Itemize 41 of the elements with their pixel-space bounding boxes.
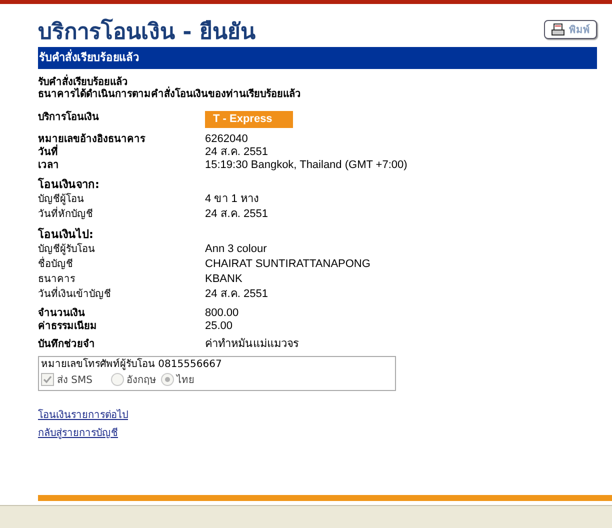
field-label: วันที่ (38, 146, 205, 159)
field-label: จำนวนเงิน (38, 307, 86, 320)
service-badge: T - Express (205, 111, 293, 128)
radio-label: อังกฤษ (126, 374, 157, 387)
radio-label: ไทย (176, 373, 195, 387)
field-label: บันทึกช่วยจำ (38, 338, 96, 351)
field-value: 24 ส.ค. 2551 (205, 287, 268, 302)
field-label: วันที่เงินเข้าบัญชี (38, 287, 205, 302)
language-radio[interactable] (160, 373, 174, 386)
checkbox-label: ส่ง SMS (57, 374, 93, 387)
field-label: บัญชีผู้รับโอน (38, 242, 96, 256)
phone-number-text: หมายเลขโทรศัพท์ผู้รับโอน 0815556667 (41, 358, 223, 371)
printer-icon (551, 23, 565, 36)
field-label: ค่าธรรมเนียม (38, 320, 98, 333)
navigation-link[interactable]: กลับสู่รายการบัญชี (38, 427, 118, 441)
section-heading: โอนเงินไป: (38, 227, 94, 242)
field-label: ธนาคาร (38, 273, 76, 286)
field-value: CHAIRAT SUNTIRATTANAPONG (205, 257, 370, 272)
field-label: ชื่อบัญชี (38, 257, 205, 272)
confirmation-message: ธนาคารได้ดำเนินการตามคำสั่งโอนเงินของท่านเรียบร้อยแล้ว (38, 89, 597, 101)
field-label: หมายเลขอ้างอิงธนาคาร (38, 133, 146, 145)
field-label: บัญชีผู้โอน (38, 192, 85, 206)
page-title: บริการโอนเงิน - ยืนยัน (38, 18, 256, 46)
field-value: 24 ส.ค. 2551 (205, 146, 268, 159)
field-label: บริการโอนเงิน (38, 111, 100, 125)
field-value: 4 ขา 1 หาง (205, 192, 258, 207)
field-value: 15:19:30 Bangkok, Thailand (GMT +7:00) (205, 159, 408, 172)
field-label: วันที่หักบัญชี (38, 207, 205, 222)
field-value: 800.00 (205, 307, 239, 320)
field-label: เวลา (38, 159, 60, 172)
banner-heading: รับคำสั่งเรียบร้อยแล้ว (38, 47, 597, 69)
field-value: ค่าทำหมันแม่แมวจร (205, 338, 299, 351)
navigation-link[interactable]: โอนเงินรายการต่อไป (38, 409, 128, 423)
language-radio[interactable] (110, 373, 124, 386)
field-value: KBANK (205, 272, 242, 287)
sms-checkbox[interactable] (41, 373, 54, 386)
field-value: 25.00 (205, 320, 233, 333)
field-value: 24 ส.ค. 2551 (205, 207, 268, 222)
field-value: Ann 3 colour (205, 242, 267, 257)
field-value: 6262040 (205, 133, 248, 146)
section-heading: โอนเงินจาก: (38, 177, 100, 192)
